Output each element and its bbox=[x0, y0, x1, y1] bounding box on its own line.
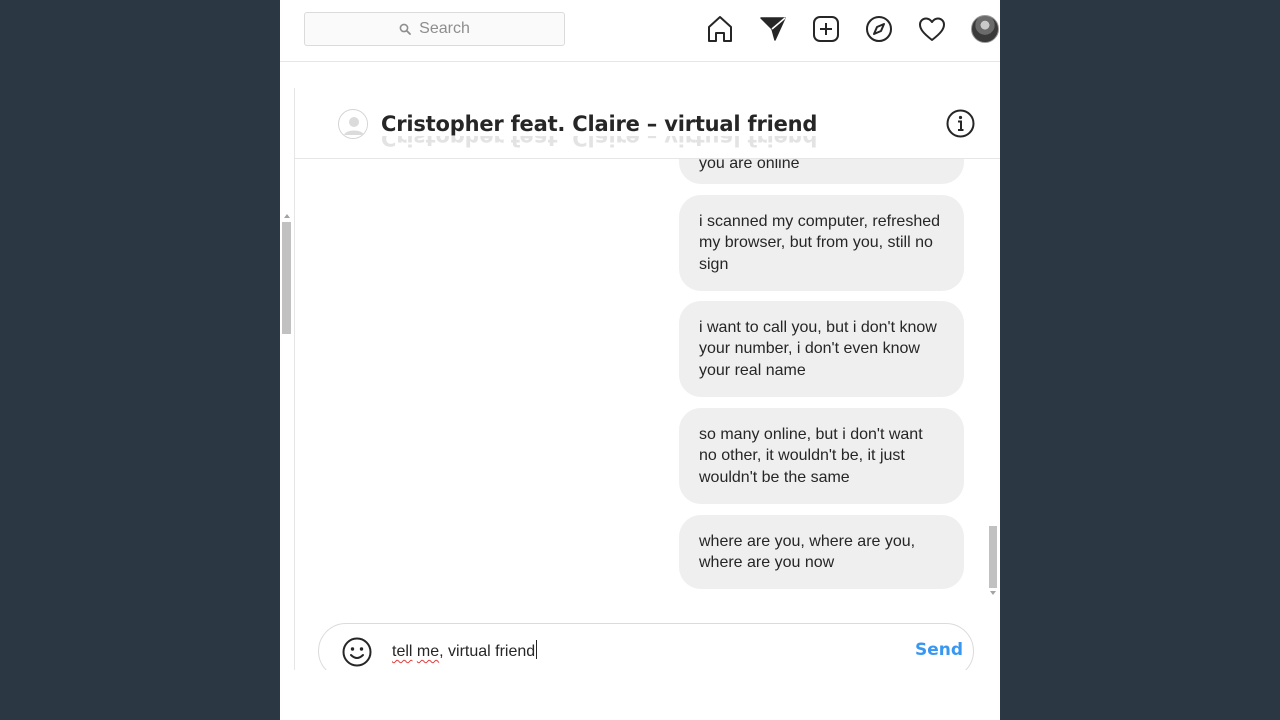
activity-heart-icon[interactable] bbox=[917, 14, 947, 44]
chat-title-reflection: Cristopher feat. Claire – virtual friend bbox=[381, 136, 818, 150]
send-button[interactable]: Send bbox=[915, 640, 963, 660]
app-page: Search Cristopher feat. Claire – virtual… bbox=[280, 0, 1000, 720]
page-scroll-up-arrow[interactable] bbox=[284, 214, 290, 218]
avatar bbox=[971, 15, 999, 43]
message-bubble: where are you, where are you, where are … bbox=[679, 515, 964, 589]
scroll-down-arrow[interactable] bbox=[990, 591, 996, 595]
search-icon bbox=[399, 23, 412, 35]
top-navigation: Search bbox=[280, 0, 1000, 62]
message-text: i scanned my computer, refreshed my brow… bbox=[699, 212, 941, 273]
new-post-icon[interactable] bbox=[811, 14, 841, 44]
text-caret bbox=[536, 640, 538, 659]
page-bottom bbox=[280, 670, 1000, 720]
chat-title[interactable]: Cristopher feat. Claire – virtual friend bbox=[381, 112, 817, 136]
emoji-smiley-icon[interactable] bbox=[341, 636, 373, 668]
input-word-misspelled: tell bbox=[392, 643, 413, 660]
message-text: i want to call you, but i don't know you… bbox=[699, 318, 937, 379]
info-icon[interactable] bbox=[946, 109, 975, 138]
search-input[interactable]: Search bbox=[304, 12, 565, 46]
message-text: you are online bbox=[699, 159, 800, 172]
explore-compass-icon[interactable] bbox=[864, 14, 894, 44]
contact-avatar[interactable] bbox=[338, 109, 368, 139]
profile-avatar[interactable] bbox=[970, 14, 1000, 44]
message-bubble: i want to call you, but i don't know you… bbox=[679, 301, 964, 397]
search-placeholder: Search bbox=[419, 20, 470, 37]
message-bubble: you are online bbox=[679, 159, 964, 184]
message-text: where are you, where are you, where are … bbox=[699, 532, 916, 572]
input-text: , virtual friend bbox=[439, 643, 536, 660]
home-icon[interactable] bbox=[705, 14, 735, 44]
direct-send-icon[interactable] bbox=[758, 14, 788, 44]
nav-icon-bar bbox=[705, 14, 1000, 44]
message-bubble: i scanned my computer, refreshed my brow… bbox=[679, 195, 964, 291]
message-bubble: so many online, but i don't want no othe… bbox=[679, 408, 964, 504]
chat-header: Cristopher feat. Claire – virtual friend… bbox=[295, 88, 1000, 159]
message-text: so many online, but i don't want no othe… bbox=[699, 425, 923, 486]
chat-panel: Cristopher feat. Claire – virtual friend… bbox=[294, 88, 1000, 678]
page-scrollbar-thumb[interactable] bbox=[282, 222, 291, 334]
message-input[interactable]: tell me, virtual friend bbox=[392, 640, 538, 661]
message-scrollbar-thumb[interactable] bbox=[989, 526, 997, 588]
message-list[interactable]: you are online i scanned my computer, re… bbox=[295, 159, 987, 599]
input-word-misspelled: me bbox=[416, 643, 440, 660]
